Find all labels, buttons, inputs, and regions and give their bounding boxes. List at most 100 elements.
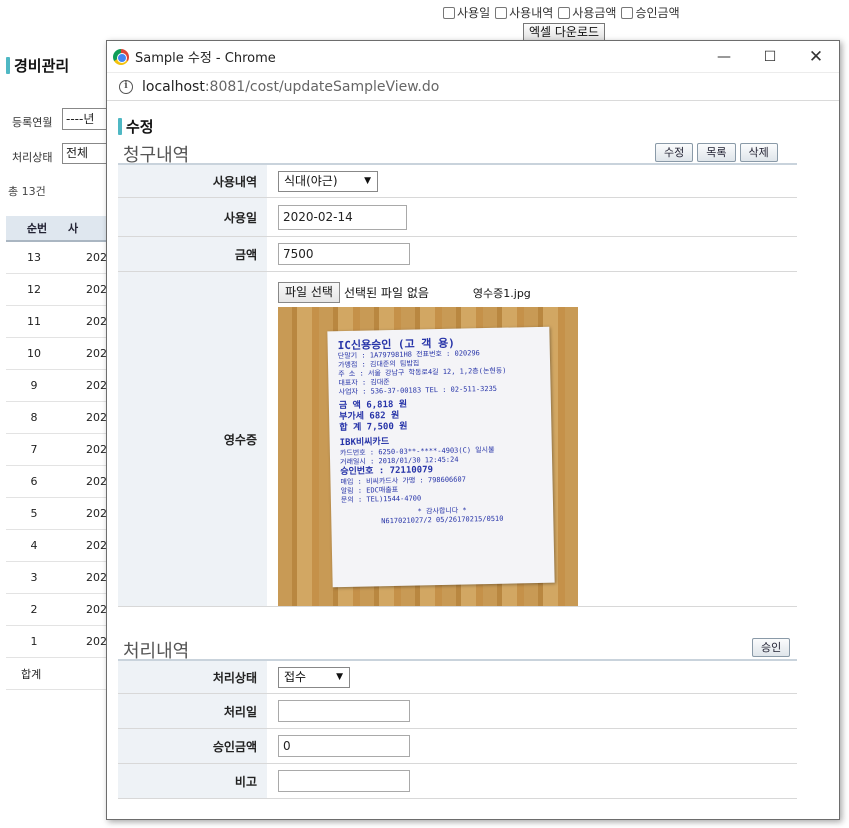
receipt-image: IC신용승인 (고 객 용) 단말기 : 1A797981H8 전표번호 : 0… — [278, 307, 578, 606]
approved-amount-row: 승인금액 0 — [118, 729, 797, 764]
receipt-paper: IC신용승인 (고 객 용) 단말기 : 1A797981H8 전표번호 : 0… — [327, 326, 555, 588]
approve-button[interactable]: 승인 — [752, 638, 791, 657]
row-no: 5 — [30, 507, 38, 520]
chrome-icon — [113, 48, 129, 65]
table-row[interactable]: 5 2020 — [6, 498, 114, 530]
table-row[interactable]: 1 2020 — [6, 626, 114, 658]
receipt-label: 영수증 — [118, 272, 267, 606]
sum-label: 합계 — [21, 667, 42, 681]
table-row[interactable]: 8 2020 — [6, 402, 114, 434]
row-date: 2020 — [86, 539, 114, 552]
table-header: 순번 사 — [6, 216, 110, 242]
option-checkbox-usage-date[interactable] — [443, 6, 455, 19]
row-no: 10 — [27, 347, 41, 360]
edit-title-text: 수정 — [126, 118, 154, 136]
row-no: 12 — [27, 283, 41, 296]
table-row[interactable]: 12 2020 — [6, 274, 114, 306]
row-date: 2020 — [86, 571, 114, 584]
row-date: 2020 — [86, 347, 114, 360]
date-row: 사용일 2020-02-14 — [118, 198, 797, 237]
table-row[interactable]: 3 2020 — [6, 562, 114, 594]
row-date: 2020 — [86, 603, 114, 616]
row-no: 7 — [30, 443, 38, 456]
row-date: 2020 — [86, 251, 114, 264]
popup-window: Sample 수정 - Chrome — ☐ ✕ i localhost:808… — [106, 40, 840, 820]
process-status-select[interactable]: 접수 ▼ — [278, 666, 350, 688]
url-path: :8081/cost/updateSampleView.do — [204, 78, 440, 95]
date-label: 사용일 — [118, 198, 267, 236]
address-bar[interactable]: i localhost:8081/cost/updateSampleView.d… — [107, 73, 839, 101]
row-date: 2020 — [86, 443, 114, 456]
note-input[interactable] — [278, 770, 410, 792]
table-row[interactable]: 2 2020 — [6, 594, 114, 626]
usage-row: 사용내역 식대(야근) ▼ — [118, 165, 797, 198]
process-date-input[interactable] — [278, 700, 410, 722]
table-row[interactable]: 11 2020 — [6, 306, 114, 338]
row-date: 2020 — [86, 411, 114, 424]
period-label: 등록연월 — [12, 116, 53, 129]
process-status-label: 처리상태 — [118, 661, 267, 693]
edit-title: 수정 — [118, 116, 154, 137]
file-picker: 파일 선택 선택된 파일 없음 영수증1.jpg — [278, 282, 531, 303]
usage-select[interactable]: 식대(야근) ▼ — [278, 170, 378, 192]
row-date: 2020 — [86, 379, 114, 392]
row-no: 1 — [30, 635, 38, 648]
claim-buttons: 수정 목록 삭제 — [651, 143, 778, 162]
status-select[interactable]: 전체 — [62, 143, 112, 164]
amount-label: 금액 — [118, 237, 267, 271]
row-no: 2 — [30, 603, 38, 616]
table-row[interactable]: 10 2020 — [6, 338, 114, 370]
title-bar-marker — [118, 118, 122, 135]
usage-label: 사용내역 — [118, 165, 267, 197]
info-icon[interactable]: i — [119, 79, 133, 94]
receipt-row: 영수증 파일 선택 선택된 파일 없음 영수증1.jpg IC신용승인 (고 객… — [118, 272, 797, 607]
process-buttons: 승인 — [748, 638, 791, 657]
option-label: 승인금액 — [635, 6, 680, 20]
close-icon[interactable]: ✕ — [793, 41, 839, 73]
edit-button[interactable]: 수정 — [655, 143, 694, 162]
note-label: 비고 — [118, 764, 267, 798]
column-options: 사용일 사용내역 사용금액 승인금액 — [443, 4, 685, 21]
usage-date-input[interactable]: 2020-02-14 — [278, 204, 407, 230]
row-no: 11 — [27, 315, 41, 328]
header-date: 사 — [68, 222, 79, 235]
dropdown-arrow-icon: ▼ — [336, 671, 343, 682]
approved-amount-input[interactable]: 0 — [278, 735, 410, 757]
option-label: 사용내역 — [509, 6, 554, 20]
delete-button[interactable]: 삭제 — [739, 143, 778, 162]
minimize-icon[interactable]: — — [701, 41, 747, 73]
uploaded-file-name[interactable]: 영수증1.jpg — [473, 285, 531, 301]
period-input[interactable]: ----년 — [62, 108, 112, 130]
table-row[interactable]: 9 2020 — [6, 370, 114, 402]
row-date: 2020 — [86, 283, 114, 296]
choose-file-button[interactable]: 파일 선택 — [278, 282, 340, 303]
amount-input[interactable]: 7500 — [278, 243, 410, 265]
status-label: 처리상태 — [12, 151, 53, 164]
no-file-text: 선택된 파일 없음 — [343, 286, 429, 300]
option-checkbox-usage-amount[interactable] — [558, 6, 571, 19]
dropdown-arrow-icon: ▼ — [364, 175, 371, 186]
page-title-text: 경비관리 — [14, 57, 70, 75]
title-bar-marker — [6, 57, 10, 74]
header-no: 순번 — [26, 222, 48, 235]
usage-select-value: 식대(야근) — [284, 173, 338, 188]
status-select-value: 접수 — [284, 669, 307, 684]
excel-download-button[interactable]: 엑셀 다운로드 — [523, 23, 606, 41]
table-row[interactable]: 6 2020 — [6, 466, 114, 498]
list-button[interactable]: 목록 — [697, 143, 736, 162]
row-no: 13 — [27, 251, 41, 264]
table-row[interactable]: 13 2020 — [6, 242, 114, 274]
url-text[interactable]: localhost:8081/cost/updateSampleView.do — [142, 79, 439, 95]
table-row[interactable]: 4 2020 — [6, 530, 114, 562]
approved-amount-label: 승인금액 — [118, 729, 267, 763]
total-count: 총 13건 — [8, 185, 46, 198]
row-date: 2020 — [86, 635, 114, 648]
option-checkbox-usage-detail[interactable] — [495, 6, 508, 19]
option-checkbox-approved-amount[interactable] — [621, 6, 634, 19]
claim-form: 사용내역 식대(야근) ▼ 사용일 2020-02-14 금액 7500 영수증 … — [118, 165, 797, 607]
table-sum-row: 합계 — [6, 658, 110, 690]
table-row[interactable]: 7 2020 — [6, 434, 114, 466]
option-label: 사용일 — [457, 6, 491, 20]
maximize-icon[interactable]: ☐ — [747, 41, 793, 73]
process-date-row: 처리일 — [118, 694, 797, 729]
